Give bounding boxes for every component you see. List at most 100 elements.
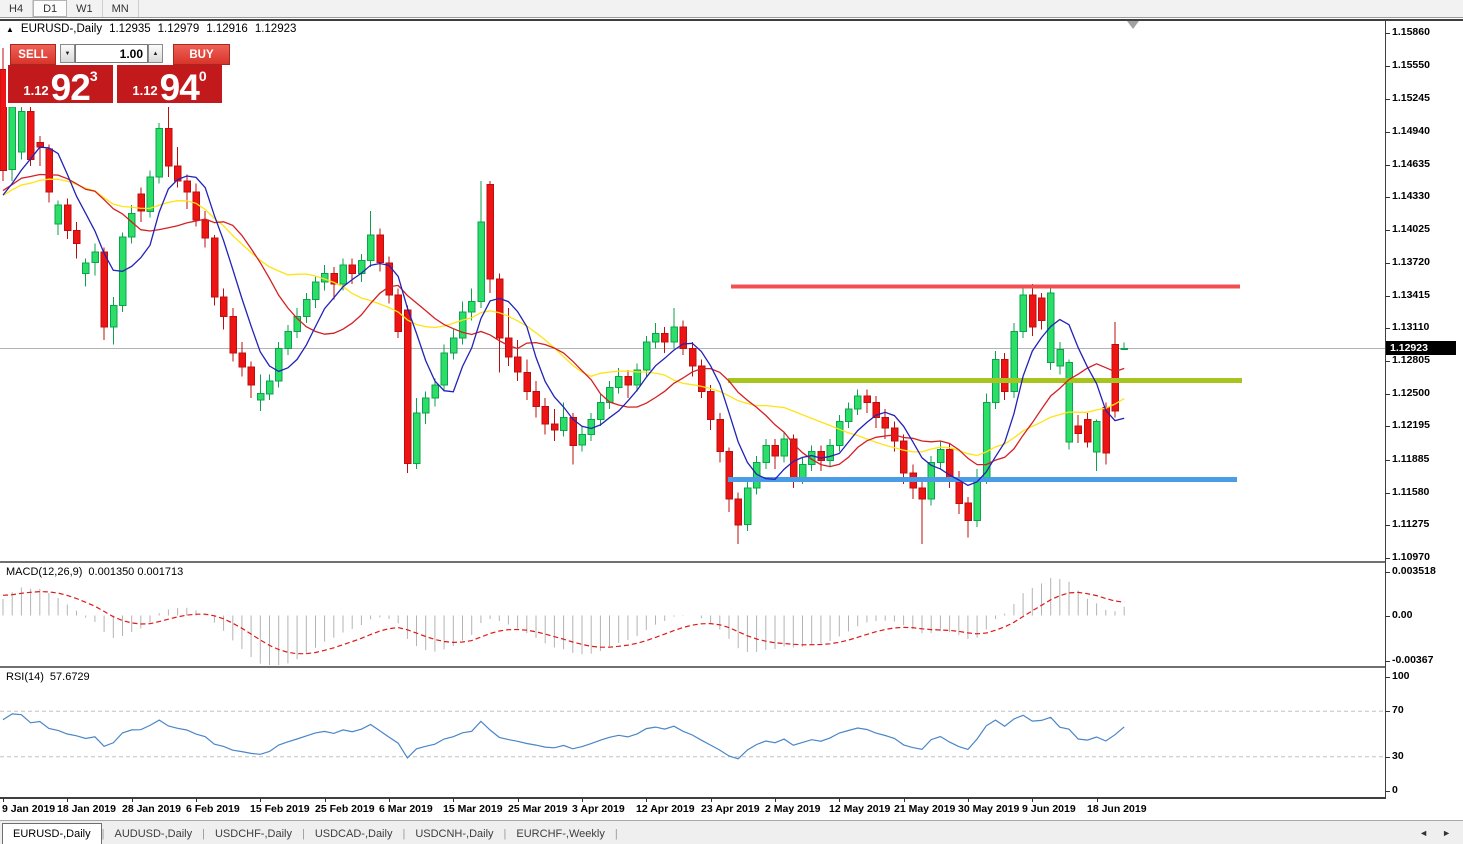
chart-tab-usdcnh-daily[interactable]: USDCNH-,Daily [405, 824, 503, 844]
axis-label: 1.14940 [1392, 125, 1430, 137]
axis-label: 0.00 [1392, 609, 1412, 621]
volume-increase-button[interactable]: ▲ [148, 44, 163, 63]
axis-tick [1385, 460, 1390, 461]
axis-tick [1385, 525, 1390, 526]
axis-tick [1385, 791, 1390, 792]
sell-quote-button[interactable]: 1.12 92 3 [8, 65, 113, 103]
axis-tick [1385, 230, 1390, 231]
timeframe-bar: H4D1W1MN [0, 0, 1463, 18]
chart-tab-eurchf-weekly[interactable]: EURCHF-,Weekly [506, 824, 614, 844]
chart-tabs: EURUSD-,Daily|AUDUSD-,Daily|USDCHF-,Dail… [0, 821, 1463, 844]
date-label: 12 May 2019 [829, 803, 890, 815]
timeframe-tab-d1[interactable]: D1 [33, 0, 67, 17]
buy-price-pip: 0 [199, 68, 207, 84]
chart-tab-usdcad-daily[interactable]: USDCAD-,Daily [305, 824, 403, 844]
timeframe-tab-w1[interactable]: W1 [67, 0, 103, 17]
spin-down-icon: ▼ [65, 51, 71, 57]
date-tick [582, 798, 583, 802]
volume-decrease-button[interactable]: ▼ [60, 44, 75, 63]
scroll-right-icon[interactable]: ► [1442, 828, 1451, 838]
axis-tick [1385, 99, 1390, 100]
date-tick [839, 798, 840, 802]
sell-price-pip: 3 [90, 68, 98, 84]
chart-tabs-bar: EURUSD-,Daily|AUDUSD-,Daily|USDCHF-,Dail… [0, 820, 1463, 844]
buy-quote-button[interactable]: 1.12 94 0 [117, 65, 222, 103]
ohlc-high: 1.12979 [158, 23, 200, 35]
buy-button[interactable]: BUY [173, 44, 230, 65]
date-label: 25 Mar 2019 [508, 803, 568, 815]
axis-tick [1385, 426, 1390, 427]
axis-label: 100 [1392, 670, 1410, 682]
date-tick [646, 798, 647, 802]
sell-button[interactable]: SELL [10, 44, 56, 65]
axis-label: -0.00367 [1392, 654, 1433, 666]
axis-label: 1.14025 [1392, 223, 1430, 235]
axis-tick [1385, 616, 1390, 617]
axis-tick [1385, 493, 1390, 494]
date-tick [711, 798, 712, 802]
axis-label: 1.12195 [1392, 419, 1430, 431]
axis-label: 1.15550 [1392, 59, 1430, 71]
date-label: 6 Feb 2019 [186, 803, 240, 815]
axis-label: 1.13110 [1392, 321, 1429, 333]
chart-tab-usdchf-daily[interactable]: USDCHF-,Daily [205, 824, 302, 844]
rsi-value: 57.6729 [50, 671, 90, 683]
axis-tick [1385, 711, 1390, 712]
tab-scroll-buttons: ◄ ► [1419, 828, 1451, 838]
date-tick [196, 798, 197, 802]
axis-tick [1385, 661, 1390, 662]
date-tick [3, 798, 4, 802]
axis-label: 1.11885 [1392, 453, 1429, 465]
date-tick [260, 798, 261, 802]
axis-label: 0 [1392, 784, 1398, 796]
axis-label: 1.12805 [1392, 354, 1430, 366]
date-tick [325, 798, 326, 802]
price-axis-line [1385, 20, 1386, 798]
date-label: 18 Jun 2019 [1087, 803, 1147, 815]
date-label: 15 Mar 2019 [443, 803, 503, 815]
date-label: 21 May 2019 [894, 803, 955, 815]
axis-tick [1385, 677, 1390, 678]
date-label: 23 Apr 2019 [701, 803, 760, 815]
rsi-pane-splitter[interactable] [0, 666, 1386, 668]
timeframe-tab-h4[interactable]: H4 [0, 0, 33, 17]
chart-shift-marker-icon[interactable] [1127, 21, 1139, 29]
scroll-left-icon[interactable]: ◄ [1419, 828, 1428, 838]
axis-label: 1.15245 [1392, 92, 1430, 104]
chart-symbol-label: EURUSD-,Daily [21, 23, 102, 35]
axis-label: 1.11580 [1392, 486, 1429, 498]
chart-tab-eurusd-daily[interactable]: EURUSD-,Daily [2, 823, 102, 844]
timeframe-tab-mn[interactable]: MN [103, 0, 139, 17]
date-tick [67, 798, 68, 802]
date-label: 2 May 2019 [765, 803, 820, 815]
chart-canvas[interactable] [0, 0, 1463, 800]
axis-label: 1.14330 [1392, 190, 1430, 202]
chart-frame-top [0, 19, 1463, 21]
axis-label: 1.13720 [1392, 256, 1430, 268]
ohlc-close: 1.12923 [255, 23, 297, 35]
date-label: 28 Jan 2019 [122, 803, 181, 815]
date-tick [1097, 798, 1098, 802]
axis-tick [1385, 757, 1390, 758]
volume-input[interactable] [75, 44, 148, 63]
chart-tab-audusd-daily[interactable]: AUDUSD-,Daily [104, 824, 202, 844]
terminal-window: H4D1W1MN ▲ EURUSD-,Daily 1.12935 1.12979… [0, 0, 1463, 844]
date-tick [453, 798, 454, 802]
date-label: 6 Mar 2019 [379, 803, 433, 815]
date-label: 30 May 2019 [958, 803, 1019, 815]
axis-label: 30 [1392, 750, 1404, 762]
one-click-trading-panel: SELL ▼ ▲ BUY 1.12 92 3 1.12 94 0 [6, 41, 232, 107]
macd-indicator-label: MACD(12,26,9) 0.001350 0.001713 [6, 566, 183, 578]
axis-tick [1385, 328, 1390, 329]
date-label: 9 Jan 2019 [2, 803, 55, 815]
date-label: 12 Apr 2019 [636, 803, 695, 815]
date-label: 3 Apr 2019 [572, 803, 625, 815]
date-tick [775, 798, 776, 802]
date-tick [518, 798, 519, 802]
collapse-quotes-icon[interactable]: ▲ [6, 25, 14, 34]
macd-pane-splitter[interactable] [0, 561, 1386, 563]
buy-price-big: 94 [160, 73, 199, 103]
date-tick [1032, 798, 1033, 802]
axis-tick [1385, 165, 1390, 166]
axis-label: 1.14635 [1392, 158, 1430, 170]
